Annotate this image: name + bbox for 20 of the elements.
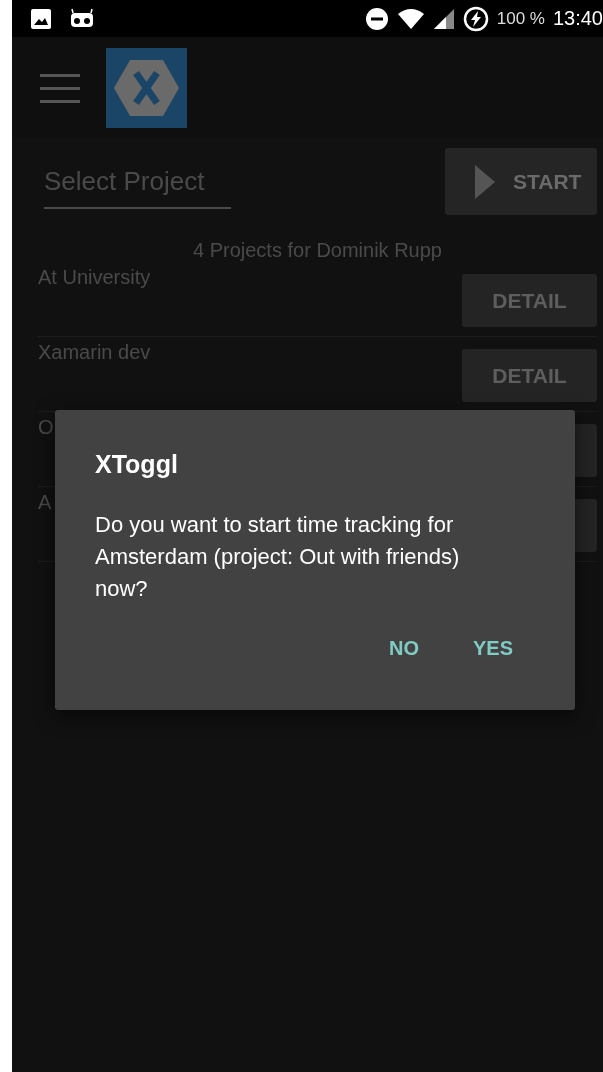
battery-level: 100 % (496, 8, 545, 29)
clock-time: 13:40 (552, 7, 603, 30)
project-name: At University (38, 265, 151, 290)
project-picker[interactable]: Select Project (44, 166, 231, 209)
dialog-message: Do you want to start time tracking for Amsterdam (project: Out with friends) now? (95, 511, 461, 603)
dialog-button[interactable]: NO (376, 631, 431, 666)
detail-button[interactable]: DETAIL (462, 274, 597, 327)
project-name: Xamarin dev (38, 340, 151, 365)
battery-charging-icon (462, 5, 489, 32)
wifi-icon (396, 7, 425, 30)
dialog-button[interactable]: YES (460, 631, 525, 666)
menu-icon[interactable] (40, 71, 80, 104)
detail-button[interactable]: DETAIL (462, 349, 597, 402)
start-button[interactable]: START (445, 148, 597, 215)
projects-heading: 4 Projects for Dominik Rupp (192, 239, 443, 262)
dialog-title: XToggl (95, 450, 179, 479)
do-not-disturb-icon (364, 6, 389, 31)
signal-icon (432, 7, 455, 30)
play-icon (475, 164, 495, 199)
image-icon (30, 7, 52, 30)
